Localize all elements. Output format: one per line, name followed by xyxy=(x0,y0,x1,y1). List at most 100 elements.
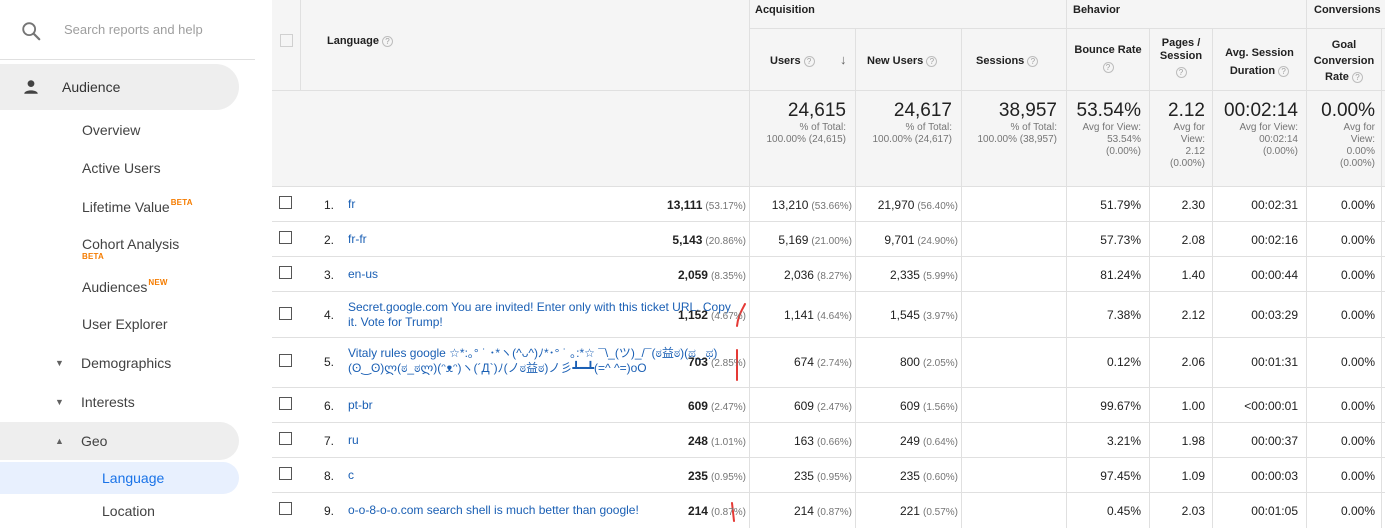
help-icon[interactable]: ? xyxy=(1027,55,1039,67)
nav-audience[interactable]: Audience xyxy=(0,64,239,110)
total-label: 2.12 xyxy=(1185,146,1205,157)
sidebar-item-label: Active Users xyxy=(82,160,161,176)
goal-rate-cell: 0.00% xyxy=(1340,469,1375,483)
row-checkbox[interactable] xyxy=(279,354,292,367)
row-checkbox[interactable] xyxy=(279,432,292,445)
total-label: % of Total: xyxy=(1010,122,1057,133)
search-bar[interactable]: Search reports and help xyxy=(0,0,255,60)
sidebar-item-language[interactable]: Language xyxy=(0,462,239,494)
total-new-users: 24,617 % of Total: 100.00% (24,617) xyxy=(855,100,952,146)
sessions-pct: (56.40%) xyxy=(917,201,958,212)
new-users-pct: (21.00%) xyxy=(811,236,852,247)
column-header-language[interactable]: Language ? xyxy=(327,35,394,48)
sidebar-section-geo[interactable]: ▲ Geo xyxy=(0,422,239,460)
sidebar-item-audiences[interactable]: AudiencesNEW xyxy=(82,278,168,295)
sidebar-section-label: Interests xyxy=(81,394,135,410)
new-users-value: 5,169 xyxy=(778,233,809,247)
total-bounce-rate: 53.54% Avg for View: 53.54% (0.00%) xyxy=(1066,100,1141,158)
sessions-pct: (3.97%) xyxy=(922,311,958,322)
row-checkbox[interactable] xyxy=(279,467,292,480)
sidebar-item-user-explorer[interactable]: User Explorer xyxy=(82,316,168,332)
collapse-arrow-icon: ▲ xyxy=(55,436,64,446)
sessions-pct: (24.90%) xyxy=(917,236,958,247)
column-header-bounce-rate[interactable]: Bounce Rate ? xyxy=(1067,44,1149,74)
goal-rate-cell: 0.00% xyxy=(1340,308,1375,322)
users-value: 1,152 xyxy=(677,308,708,322)
avg-duration-cell: 00:01:05 xyxy=(1251,504,1298,518)
help-icon[interactable]: ? xyxy=(803,55,815,67)
users-cell: 5,143 (20.86%) xyxy=(672,233,746,247)
sidebar-section-demographics[interactable]: ▼ Demographics xyxy=(0,344,239,382)
column-header-avg-session-duration[interactable]: Avg. Session Duration ? xyxy=(1213,44,1306,80)
total-value: 2.12 xyxy=(1168,100,1205,121)
avg-duration-cell: 00:00:37 xyxy=(1251,434,1298,448)
sessions-pct: (5.99%) xyxy=(922,271,958,282)
users-pct: (2.85%) xyxy=(710,358,746,369)
total-label: (0.00%) xyxy=(1169,158,1205,169)
help-icon[interactable]: ? xyxy=(1351,71,1363,83)
column-header-goal-conversion-rate[interactable]: Goal Conversion Rate ? xyxy=(1307,37,1381,85)
new-users-cell: 214 (0.87%) xyxy=(794,504,852,518)
total-label: (0.00%) xyxy=(1105,146,1141,157)
users-cell: 1,152 (4.67%) xyxy=(678,308,746,322)
row-number: 1. xyxy=(323,198,334,212)
sidebar: Search reports and help Audience Overvie… xyxy=(0,0,255,528)
expand-arrow-icon: ▼ xyxy=(55,358,64,368)
table-row: 9. o-o-8-o-o.com search shell is much be… xyxy=(272,493,1385,528)
column-header-label: Conversion xyxy=(1313,55,1375,67)
help-icon[interactable]: ? xyxy=(1278,65,1290,77)
row-checkbox[interactable] xyxy=(279,502,292,515)
language-link[interactable]: Vitaly rules google ☆*:｡° ˙ ･*ヽ(^ᴗ^)ﾉ*･°… xyxy=(348,346,733,376)
avg-duration-cell: 00:02:31 xyxy=(1251,198,1298,212)
pages-session-cell: 1.00 xyxy=(1181,399,1205,413)
column-header-new-users[interactable]: New Users ? xyxy=(867,55,938,68)
column-header-users[interactable]: Users ? xyxy=(770,55,815,68)
users-cell: 235 (0.95%) xyxy=(688,469,746,483)
language-link[interactable]: c xyxy=(348,468,738,483)
sessions-value: 2,335 xyxy=(889,268,920,282)
goal-rate-cell: 0.00% xyxy=(1340,233,1375,247)
sidebar-item-location[interactable]: Location xyxy=(102,503,155,519)
sessions-value: 1,545 xyxy=(889,308,920,322)
sidebar-item-active-users[interactable]: Active Users xyxy=(82,160,161,176)
search-icon[interactable] xyxy=(20,20,42,42)
new-users-cell: 2,036 (8.27%) xyxy=(784,268,852,282)
total-label: (0.00%) xyxy=(1262,146,1298,157)
row-checkbox[interactable] xyxy=(279,397,292,410)
users-value: 248 xyxy=(687,434,708,448)
total-label: Avg for View: xyxy=(1239,122,1298,133)
column-header-pages-session[interactable]: Pages / Session ? xyxy=(1150,37,1212,79)
total-value: 24,615 xyxy=(787,100,846,121)
column-header-label: Avg. Session xyxy=(1225,47,1294,59)
users-pct: (1.01%) xyxy=(710,437,746,448)
language-link[interactable]: o-o-8-o-o.com search shell is much bette… xyxy=(348,503,738,518)
total-label: View: xyxy=(1350,134,1375,145)
sessions-pct: (0.57%) xyxy=(922,507,958,518)
sidebar-section-interests[interactable]: ▼ Interests xyxy=(0,383,239,421)
search-input[interactable]: Search reports and help xyxy=(64,22,203,37)
language-link[interactable]: ru xyxy=(348,433,738,448)
goal-rate-cell: 0.00% xyxy=(1340,434,1375,448)
sidebar-item-cohort-analysis[interactable]: Cohort Analysis BETA xyxy=(82,236,179,261)
total-value: 0.00% xyxy=(1321,100,1375,121)
language-link[interactable]: pt-br xyxy=(348,398,738,413)
sidebar-item-overview[interactable]: Overview xyxy=(82,122,140,138)
total-users: 24,615 % of Total: 100.00% (24,615) xyxy=(749,100,846,146)
row-checkbox[interactable] xyxy=(279,266,292,279)
help-icon[interactable]: ? xyxy=(926,55,938,67)
row-checkbox[interactable] xyxy=(279,307,292,320)
select-all-checkbox[interactable] xyxy=(280,34,293,47)
sort-descending-icon[interactable]: ↓ xyxy=(840,52,847,67)
users-value: 5,143 xyxy=(672,233,703,247)
help-icon[interactable]: ? xyxy=(1102,61,1114,73)
avg-duration-cell: 00:00:44 xyxy=(1251,268,1298,282)
new-users-value: 674 xyxy=(793,355,814,369)
new-users-value: 2,036 xyxy=(783,268,814,282)
help-icon[interactable]: ? xyxy=(382,35,394,47)
row-checkbox[interactable] xyxy=(279,196,292,209)
sidebar-item-lifetime-value[interactable]: Lifetime ValueBETA xyxy=(82,198,193,215)
column-header-sessions[interactable]: Sessions ? xyxy=(976,55,1039,68)
beta-badge: BETA xyxy=(82,252,104,261)
help-icon[interactable]: ? xyxy=(1175,66,1187,78)
row-checkbox[interactable] xyxy=(279,231,292,244)
